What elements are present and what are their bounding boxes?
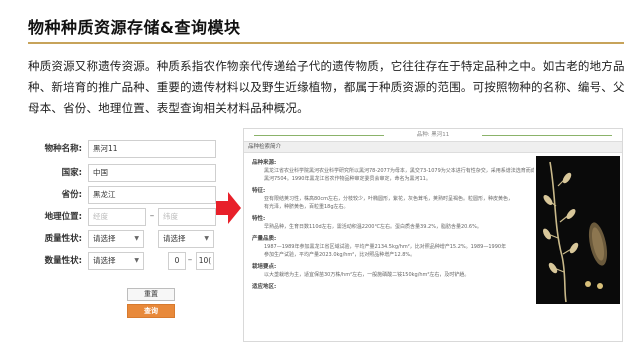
species-name-input[interactable]: 黑河11 xyxy=(88,140,216,158)
detail-section-text: 以大垄栽培为主，适宜保苗30万株/hm²左右，一般施磷酸二铵150kg/hm²左… xyxy=(264,272,470,278)
detail-section-text: 黑河7504。1990年黑龙江省农作物品种审定委员会审定，命名为黑河11。 xyxy=(264,176,431,182)
quantity-min-input[interactable]: 0 xyxy=(168,252,186,270)
soybean-specimen-photo xyxy=(536,156,620,304)
quality-trait-select-1[interactable]: 请选择 ▼ xyxy=(88,230,144,248)
caption-divider-left xyxy=(254,135,384,136)
detail-section-text: 黑龙江省农业科学院黑河农业科学研究所以黑河78-2077为母本，黑交73-107… xyxy=(264,168,534,174)
detail-section-title: 特性: xyxy=(252,216,266,222)
range-dash: – xyxy=(149,211,155,221)
province-label: 省份: xyxy=(61,190,82,200)
detail-section-text: 早熟品种，生育日数110d左右，需活动积温2200℃左右。蛋白质含量39.2%，… xyxy=(264,224,482,230)
quantity-trait-select[interactable]: 请选择 ▼ xyxy=(88,252,144,270)
quantity-trait-label: 数量性状: xyxy=(44,256,82,266)
quality-trait-select-2[interactable]: 请选择 ▼ xyxy=(158,230,214,248)
reset-button[interactable]: 重置 xyxy=(127,288,175,301)
province-row: 省份: 黑龙江 xyxy=(20,186,220,204)
quantity-trait-select-value: 请选择 xyxy=(93,256,116,265)
detail-section-title: 品种来源: xyxy=(252,160,277,166)
quantity-trait-row: 数量性状: 请选择 ▼ 0 – 10( xyxy=(20,252,220,270)
detail-section-title: 栽培要点: xyxy=(252,264,277,270)
detail-section-title: 特征: xyxy=(252,188,266,194)
quality-trait-row: 质量性状: 请选择 ▼ 请选择 ▼ xyxy=(20,230,220,248)
range-dash: – xyxy=(187,255,193,265)
species-name-label: 物种名称: xyxy=(44,144,82,154)
intro-paragraph: 种质资源又称遗传资源。种质系指农作物亲代传递给子代的遗传物质，它往往存在于特定品… xyxy=(28,59,625,115)
geo-row: 地理位置: 经度 – 纬度 xyxy=(20,208,220,226)
quality-trait-select-2-value: 请选择 xyxy=(163,234,186,243)
query-form: 物种名称: 黑河11 国家: 中国 省份: 黑龙江 地理位置: 经度 – 纬度 … xyxy=(20,132,220,342)
page-title: 物种种质资源存储&查询模块 xyxy=(28,18,241,37)
longitude-input[interactable]: 经度 xyxy=(88,208,146,226)
species-name-row: 物种名称: 黑河11 xyxy=(20,140,220,158)
detail-section-title: 适应地区: xyxy=(252,284,277,290)
detail-section-text: 亚有限结荚习性，株高80cm左右，分枝较少，叶椭圆形，紫花，灰色茸毛，荚熟时呈褐… xyxy=(264,196,513,202)
panel-header: 品种检索简介 xyxy=(244,141,622,153)
latitude-input[interactable]: 纬度 xyxy=(158,208,216,226)
query-button[interactable]: 查询 xyxy=(127,304,175,318)
quantity-max-input[interactable]: 10( xyxy=(196,252,214,270)
title-divider xyxy=(28,42,624,44)
chevron-down-icon: ▼ xyxy=(134,257,139,264)
country-input[interactable]: 中国 xyxy=(88,164,216,182)
chevron-down-icon: ▼ xyxy=(204,235,209,242)
caption-divider-right xyxy=(482,135,612,136)
detail-content: 品种来源: 黑龙江省农业科学院黑河农业科学研究所以黑河78-2077为母本，黑交7… xyxy=(252,155,534,341)
arrow-right-icon xyxy=(216,192,241,224)
quality-trait-label: 质量性状: xyxy=(44,234,82,244)
panel-caption: 品种: 黑河11 xyxy=(416,132,450,138)
country-label: 国家: xyxy=(61,168,82,178)
detail-section-title: 产量品质: xyxy=(252,236,277,242)
country-row: 国家: 中国 xyxy=(20,164,220,182)
detail-section-text: 有光泽，种脐黄色，百粒重18g左右。 xyxy=(264,204,349,210)
quality-trait-select-1-value: 请选择 xyxy=(93,234,116,243)
geo-label: 地理位置: xyxy=(44,212,82,222)
detail-section-text: 1987—1989年参加黑龙江省区域试验，平均产量2134.5kg/hm²，比对… xyxy=(264,244,507,250)
detail-section-text: 参加生产试验，平均产量2023.0kg/hm²，比对照品种增产12.8%。 xyxy=(264,252,416,258)
province-input[interactable]: 黑龙江 xyxy=(88,186,216,204)
panel-caption-bar: 品种: 黑河11 xyxy=(244,129,622,141)
chevron-down-icon: ▼ xyxy=(134,235,139,242)
